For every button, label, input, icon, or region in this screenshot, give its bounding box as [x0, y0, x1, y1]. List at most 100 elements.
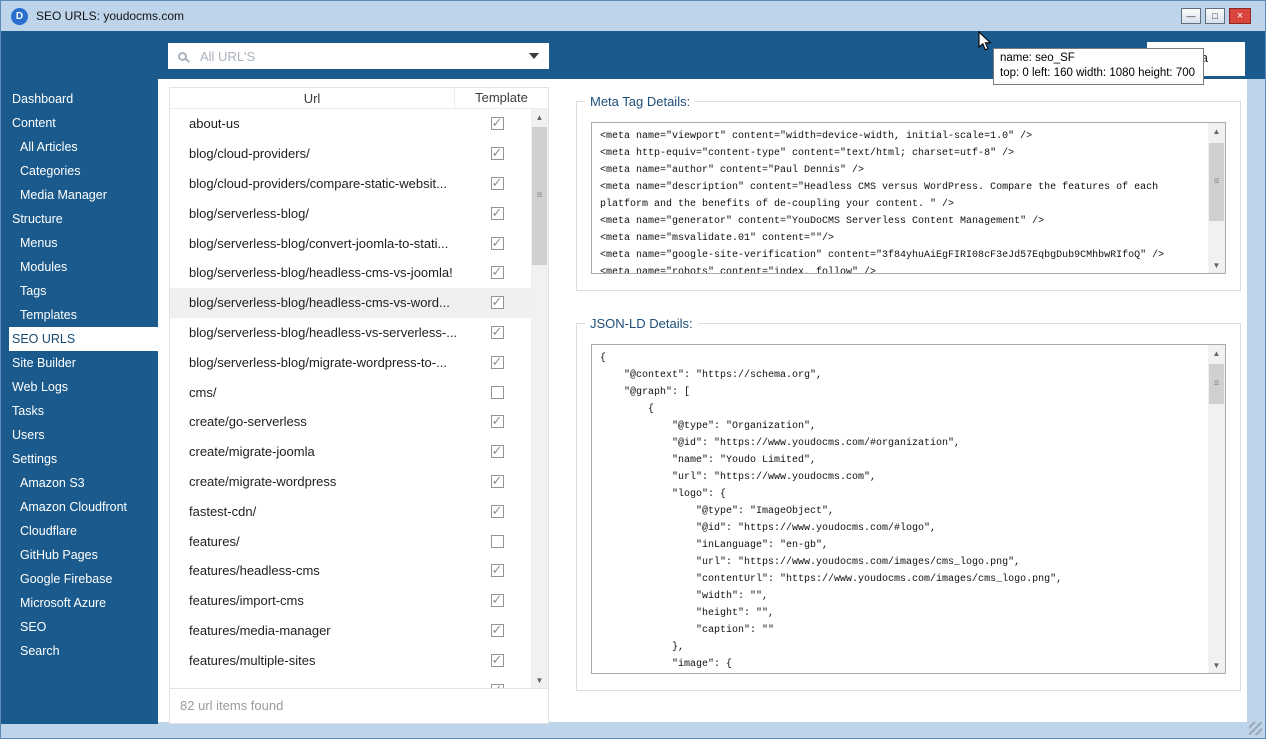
sidebar-item[interactable]: Search: [9, 639, 158, 663]
template-checkbox[interactable]: ✓: [491, 266, 504, 279]
scroll-down-icon[interactable]: ▼: [1208, 657, 1225, 673]
url-row[interactable]: features/headless-cms ✓: [170, 556, 548, 586]
sidebar-item[interactable]: GitHub Pages: [9, 543, 158, 567]
template-checkbox[interactable]: ✓: [491, 117, 504, 130]
scrollbar-track[interactable]: ≡: [1208, 139, 1225, 257]
scroll-down-icon[interactable]: ▼: [1208, 257, 1225, 273]
url-row[interactable]: blog/serverless-blog/headless-cms-vs-wor…: [170, 288, 548, 318]
sidebar-item[interactable]: Google Firebase: [9, 567, 158, 591]
scrollbar-thumb[interactable]: ≡: [1209, 143, 1224, 221]
scroll-up-icon[interactable]: ▲: [1208, 345, 1225, 361]
template-cell: ✓: [463, 356, 531, 369]
url-list-scrollbar[interactable]: ▲ ≡ ▼: [531, 109, 548, 688]
scroll-up-icon[interactable]: ▲: [1208, 123, 1225, 139]
maximize-button[interactable]: □: [1205, 8, 1225, 24]
sidebar-item[interactable]: Cloudflare: [9, 519, 158, 543]
template-checkbox[interactable]: ✓: [491, 445, 504, 458]
template-cell: ✓: [463, 654, 531, 667]
template-checkbox[interactable]: ✓: [491, 177, 504, 190]
sidebar-item[interactable]: Amazon S3: [9, 471, 158, 495]
sidebar-item[interactable]: SEO: [9, 615, 158, 639]
url-cell: blog/serverless-blog/headless-vs-serverl…: [170, 325, 463, 340]
template-cell: ✓: [463, 326, 531, 339]
url-row[interactable]: features/multiple-sites ✓: [170, 645, 548, 675]
sidebar-item[interactable]: Users: [9, 423, 158, 447]
sidebar-item[interactable]: Web Logs: [9, 375, 158, 399]
url-row[interactable]: fastest-cdn/ ✓: [170, 496, 548, 526]
scrollbar-track[interactable]: ≡: [531, 125, 548, 672]
sidebar-item[interactable]: Settings: [9, 447, 158, 471]
sidebar-item[interactable]: Media Manager: [9, 183, 158, 207]
meta-tag-textarea[interactable]: <meta name="viewport" content="width=dev…: [591, 122, 1226, 274]
sidebar-item[interactable]: Amazon Cloudfront: [9, 495, 158, 519]
url-row[interactable]: blog/serverless-blog/migrate-wordpress-t…: [170, 347, 548, 377]
url-cell: features/: [170, 534, 463, 549]
template-checkbox[interactable]: ✓: [491, 505, 504, 518]
url-row[interactable]: blog/serverless-blog/ ✓: [170, 198, 548, 228]
scroll-up-icon[interactable]: ▲: [531, 109, 548, 125]
template-checkbox[interactable]: ✓: [491, 594, 504, 607]
url-row[interactable]: blog/serverless-blog/headless-vs-serverl…: [170, 318, 548, 348]
jsonld-textarea[interactable]: { "@context": "https://schema.org", "@gr…: [591, 344, 1226, 674]
url-cell: blog/serverless-blog/migrate-wordpress-t…: [170, 355, 463, 370]
url-cell: blog/serverless-blog/headless-cms-vs-joo…: [170, 265, 463, 280]
template-checkbox[interactable]: ✓: [491, 415, 504, 428]
column-header-url[interactable]: Url: [170, 91, 454, 106]
template-checkbox[interactable]: ✓: [491, 207, 504, 220]
scrollbar-thumb[interactable]: ≡: [532, 127, 547, 265]
sidebar-item[interactable]: Dashboard: [9, 87, 158, 111]
url-row[interactable]: features/import-cms ✓: [170, 586, 548, 616]
sidebar-item[interactable]: All Articles: [9, 135, 158, 159]
url-row[interactable]: cms/ ✓: [170, 377, 548, 407]
url-row[interactable]: blog/cloud-providers/ ✓: [170, 139, 548, 169]
url-row[interactable]: features/ ✓: [170, 526, 548, 556]
minimize-button[interactable]: —: [1181, 8, 1201, 24]
check-icon: ✓: [492, 562, 503, 578]
meta-scrollbar[interactable]: ▲ ≡ ▼: [1208, 123, 1225, 273]
sidebar-item[interactable]: Categories: [9, 159, 158, 183]
sidebar-item[interactable]: Tags: [9, 279, 158, 303]
template-checkbox[interactable]: ✓: [491, 475, 504, 488]
template-checkbox[interactable]: ✓: [491, 326, 504, 339]
url-row[interactable]: blog/serverless-blog/convert-joomla-to-s…: [170, 228, 548, 258]
template-checkbox[interactable]: ✓: [491, 654, 504, 667]
scrollbar-track[interactable]: ≡: [1208, 361, 1225, 657]
sidebar-item[interactable]: Tasks: [9, 399, 158, 423]
check-icon: ✓: [492, 622, 503, 638]
template-checkbox[interactable]: ✓: [491, 386, 504, 399]
template-checkbox[interactable]: ✓: [491, 535, 504, 548]
scrollbar-thumb[interactable]: ≡: [1209, 364, 1224, 404]
sidebar-item[interactable]: Modules: [9, 255, 158, 279]
sidebar-item[interactable]: SEO URLS: [9, 327, 158, 351]
url-row[interactable]: about-us ✓: [170, 109, 548, 139]
url-row[interactable]: blog/cloud-providers/compare-static-webs…: [170, 169, 548, 199]
url-filter-combobox[interactable]: All URL'S: [168, 43, 549, 69]
template-checkbox[interactable]: ✓: [491, 624, 504, 637]
url-row[interactable]: ✓: [170, 675, 548, 688]
url-row[interactable]: features/media-manager ✓: [170, 616, 548, 646]
sidebar-item[interactable]: Microsoft Azure: [9, 591, 158, 615]
url-row[interactable]: blog/serverless-blog/headless-cms-vs-joo…: [170, 258, 548, 288]
jsonld-scrollbar[interactable]: ▲ ≡ ▼: [1208, 345, 1225, 673]
column-header-template[interactable]: Template: [454, 88, 548, 108]
close-button[interactable]: ×: [1229, 8, 1251, 24]
sidebar-item[interactable]: Templates: [9, 303, 158, 327]
url-row[interactable]: create/go-serverless ✓: [170, 407, 548, 437]
url-list-header: Url Template: [170, 88, 548, 109]
url-cell: features/multiple-sites: [170, 653, 463, 668]
template-checkbox[interactable]: ✓: [491, 147, 504, 160]
resize-grip-icon[interactable]: [1249, 722, 1262, 735]
sidebar-item[interactable]: Menus: [9, 231, 158, 255]
template-checkbox[interactable]: ✓: [491, 237, 504, 250]
template-checkbox[interactable]: ✓: [491, 564, 504, 577]
template-checkbox[interactable]: ✓: [491, 356, 504, 369]
url-row[interactable]: create/migrate-joomla ✓: [170, 437, 548, 467]
template-checkbox[interactable]: ✓: [491, 296, 504, 309]
sidebar-item[interactable]: Site Builder: [9, 351, 158, 375]
sidebar-item[interactable]: Structure: [9, 207, 158, 231]
scroll-down-icon[interactable]: ▼: [531, 672, 548, 688]
url-row[interactable]: create/migrate-wordpress ✓: [170, 467, 548, 497]
template-cell: ✓: [463, 445, 531, 458]
sidebar-item[interactable]: Content: [9, 111, 158, 135]
tooltip-bounds-line: top: 0 left: 160 width: 1080 height: 700: [1000, 66, 1197, 81]
